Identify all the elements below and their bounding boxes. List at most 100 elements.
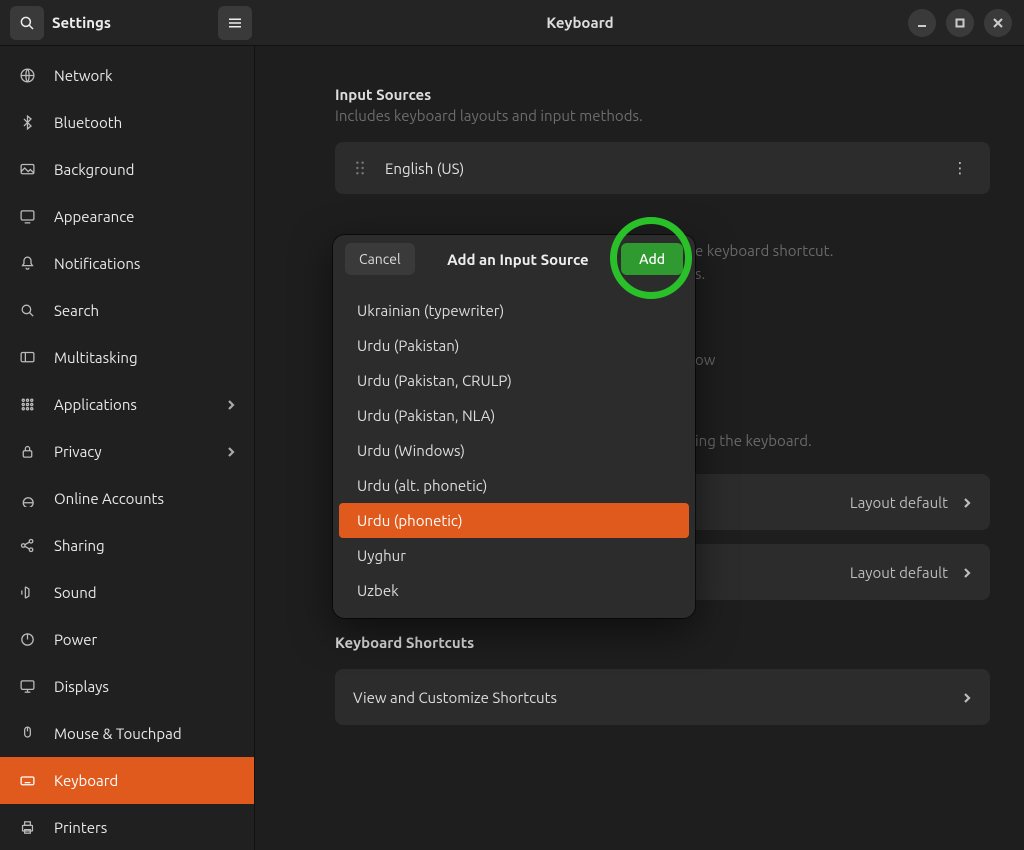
view-shortcuts-row[interactable]: View and Customize Shortcuts [335,669,990,725]
sidebar-item-label: Notifications [54,255,236,272]
cancel-button[interactable]: Cancel [345,243,415,275]
add-input-source-dialog: Cancel Add an Input Source Add Ukrainian… [333,235,695,618]
sidebar-item-online-accounts[interactable]: Online Accounts [0,475,254,522]
drag-handle-icon[interactable] [353,161,367,175]
sidebar-item-label: Sharing [54,537,236,554]
chevron-right-icon [962,494,972,511]
sidebar-item-applications[interactable]: Applications [0,381,254,428]
dialog-title: Add an Input Source [447,251,589,268]
search-icon [18,302,36,320]
page-title: Keyboard [252,14,908,31]
sidebar-item-label: Search [54,302,236,319]
applications-icon [18,396,36,414]
sidebar-item-mouse-touchpad[interactable]: Mouse & Touchpad [0,710,254,757]
input-source-option[interactable]: Urdu (Pakistan, NLA) [339,398,689,433]
hamburger-icon [226,14,244,32]
compose-key-value-group: Layout default [850,564,972,581]
sidebar-item-label: Printers [54,819,236,836]
sidebar-item-label: Online Accounts [54,490,236,507]
window-close-button[interactable] [984,9,1012,37]
search-button[interactable] [10,6,44,40]
sidebar-item-multitasking[interactable]: Multitasking [0,334,254,381]
typing-desc-fragment: ing the keyboard. [695,430,990,453]
mouse-touchpad-icon [18,725,36,743]
input-source-option[interactable]: Urdu (Pakistan, CRULP) [339,363,689,398]
switching-hint-fragment: e keyboard shortcut. s. [695,240,990,285]
maximize-icon [954,17,966,29]
input-source-option[interactable]: Ukrainian (typewriter) [339,293,689,328]
view-shortcuts-chev [962,689,972,706]
sidebar: Network Bluetooth Background Appearance Noti… [0,46,255,850]
sidebar-item-label: Multitasking [54,349,236,366]
input-sources-subtitle: Includes keyboard layouts and input meth… [335,107,990,124]
input-sources-title: Input Sources [335,86,990,103]
view-shortcuts-label: View and Customize Shortcuts [353,689,557,706]
sound-icon [18,584,36,602]
chevron-right-icon [226,443,236,460]
close-icon [992,17,1004,29]
window-minimize-button[interactable] [908,9,936,37]
window-maximize-button[interactable] [946,9,974,37]
input-source-menu-button[interactable]: ⋮ [948,159,972,177]
sidebar-item-privacy[interactable]: Privacy [0,428,254,475]
sidebar-item-printers[interactable]: Printers [0,804,254,850]
app-title: Settings [52,14,210,31]
sidebar-item-notifications[interactable]: Notifications [0,240,254,287]
chevron-right-icon [962,689,972,706]
input-source-label: English (US) [385,160,930,177]
sidebar-item-appearance[interactable]: Appearance [0,193,254,240]
online-accounts-icon [18,490,36,508]
keyboard-icon [18,772,36,790]
input-source-row[interactable]: English (US) ⋮ [335,142,990,194]
input-source-option[interactable]: Urdu (Pakistan) [339,328,689,363]
per-window-fragment: ow [695,349,990,372]
power-icon [18,631,36,649]
input-source-option[interactable]: Uzbek [339,573,689,608]
input-sources-list: English (US) ⋮ [335,142,990,194]
privacy-icon [18,443,36,461]
sidebar-item-sharing[interactable]: Sharing [0,522,254,569]
sidebar-item-network[interactable]: Network [0,52,254,99]
keyboard-shortcuts-title: Keyboard Shortcuts [335,634,990,651]
sidebar-item-sound[interactable]: Sound [0,569,254,616]
alternate-characters-value: Layout default [850,494,948,511]
printers-icon [18,819,36,837]
dialog-body: Ukrainian (typewriter)Urdu (Pakistan)Urd… [333,283,695,618]
appearance-icon [18,208,36,226]
sidebar-item-label: Appearance [54,208,236,225]
bluetooth-icon [18,114,36,132]
sidebar-item-keyboard[interactable]: Keyboard [0,757,254,804]
sidebar-item-power[interactable]: Power [0,616,254,663]
sidebar-item-label: Mouse & Touchpad [54,725,236,742]
titlebar: Settings Keyboard [0,0,1024,46]
minimize-icon [916,17,928,29]
titlebar-left: Settings [6,6,252,40]
sidebar-item-search[interactable]: Search [0,287,254,334]
sidebar-item-label: Sound [54,584,236,601]
alternate-characters-value-group: Layout default [850,494,972,511]
sidebar-item-label: Applications [54,396,208,413]
background-icon [18,161,36,179]
network-icon [18,67,36,85]
input-source-option[interactable]: Urdu (alt. phonetic) [339,468,689,503]
sidebar-item-label: Privacy [54,443,208,460]
sidebar-item-label: Network [54,67,236,84]
sidebar-item-label: Keyboard [54,772,236,789]
sidebar-item-displays[interactable]: Displays [0,663,254,710]
sharing-icon [18,537,36,555]
dialog-header: Cancel Add an Input Source Add [333,235,695,283]
compose-key-value: Layout default [850,564,948,581]
input-source-option[interactable]: Uyghur [339,538,689,573]
chevron-right-icon [962,564,972,581]
add-button[interactable]: Add [621,243,683,275]
search-icon [18,14,36,32]
hamburger-menu-button[interactable] [218,6,252,40]
sidebar-item-bluetooth[interactable]: Bluetooth [0,99,254,146]
sidebar-item-label: Displays [54,678,236,695]
sidebar-item-label: Background [54,161,236,178]
input-source-option[interactable]: Urdu (phonetic) [339,503,689,538]
sidebar-item-label: Bluetooth [54,114,236,131]
input-source-option[interactable]: Urdu (Windows) [339,433,689,468]
sidebar-item-background[interactable]: Background [0,146,254,193]
multitasking-icon [18,349,36,367]
